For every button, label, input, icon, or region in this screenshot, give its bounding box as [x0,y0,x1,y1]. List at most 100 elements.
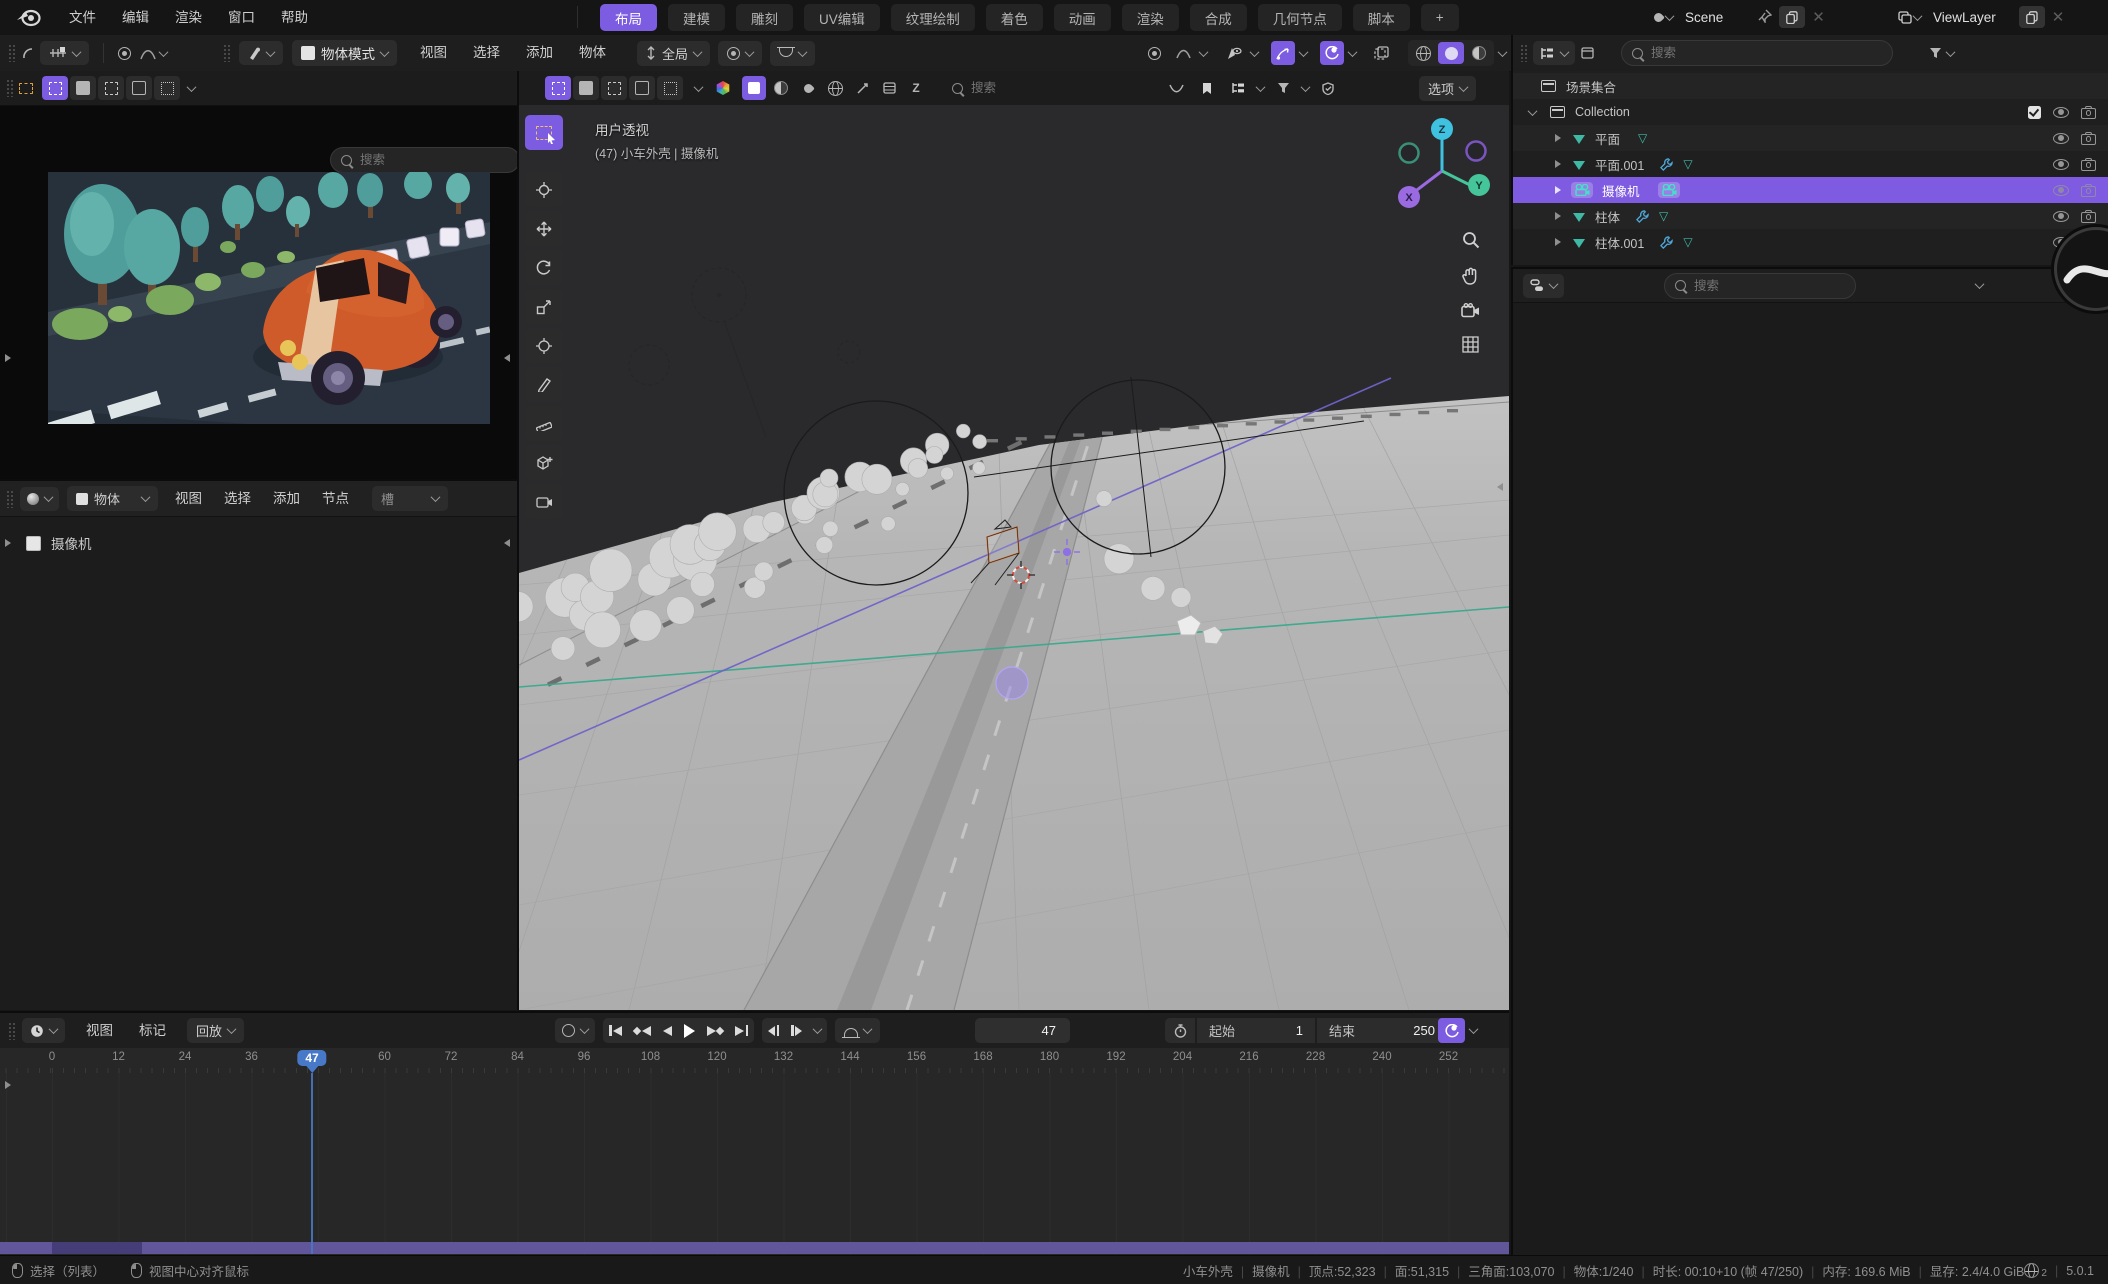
viewport-search[interactable] [942,76,1072,100]
scene-icon[interactable] [1648,5,1678,29]
workspace-tab[interactable]: 渲染 [1122,4,1179,31]
slot-selector[interactable]: 槽 [372,486,448,511]
select-new-icon[interactable] [545,76,571,100]
image-editor-search[interactable] [330,147,520,173]
auto-keying-toggle[interactable] [555,1018,595,1043]
properties-search[interactable] [1664,273,1856,299]
filter-chevron[interactable] [1946,47,1956,57]
select-mode-extend-icon[interactable] [70,76,96,100]
render-visibility-icon[interactable] [2081,212,2096,223]
material-preview-icon[interactable] [716,81,730,95]
next-keyframe-button[interactable] [701,1026,730,1036]
channel-expand-arrow[interactable] [5,1081,11,1089]
active-tool-dropdown[interactable] [239,41,283,65]
gizmo-chevron[interactable] [1250,47,1260,57]
workspace-tab[interactable]: UV编辑 [804,4,880,31]
tool-rotate[interactable] [525,250,563,285]
snap-vertex-icon[interactable] [769,76,793,100]
drag-grip[interactable] [8,44,16,62]
outliner-search-input[interactable] [1649,45,1882,61]
outliner-row-collection[interactable]: Collection [1513,99,2108,125]
workspace-tab[interactable]: 脚本 [1353,4,1410,31]
grid-toggle-icon[interactable] [1462,336,1479,356]
expand-arrow[interactable] [1555,238,1561,246]
workspace-tab[interactable]: 合成 [1190,4,1247,31]
viewport-menu-item[interactable]: 视图 [407,40,460,66]
workspace-tab[interactable]: 纹理绘制 [891,4,975,31]
topbar-menu-item[interactable]: 编辑 [109,5,162,31]
select-subtract-icon[interactable] [601,76,627,100]
snap-increment-icon[interactable] [742,76,766,100]
jump-to-end-button[interactable] [729,1025,754,1036]
timeline-editor-type[interactable] [22,1018,65,1043]
camera-data-icon[interactable] [1658,182,1680,198]
drag-grip[interactable] [6,79,14,97]
tree-view-icon[interactable] [1226,76,1250,100]
topbar-menu-item[interactable]: 文件 [56,5,109,31]
tool-cursor[interactable] [525,172,563,207]
image-search-input[interactable] [358,152,509,168]
render-visibility-icon[interactable] [2081,108,2096,119]
falloff-curve-icon[interactable] [136,41,160,65]
outliner-editor-type[interactable] [1533,41,1575,65]
start-frame-field[interactable]: 起始 1 [1197,1018,1315,1043]
select-mode-new-icon[interactable] [42,76,68,100]
prev-keyframe-button[interactable] [628,1026,657,1036]
shading-material-icon[interactable] [1466,42,1492,64]
select-intersect-icon[interactable] [657,76,683,100]
outliner-filter-icon[interactable] [1923,41,1947,65]
render-visibility-icon[interactable] [2081,134,2096,145]
select-invert-icon[interactable] [629,76,655,100]
shader-editor-type[interactable] [20,487,59,511]
region-collapse-arrow[interactable] [1497,483,1503,491]
keyframe-slider-dropdown[interactable] [40,41,89,65]
render-visibility-icon[interactable] [2081,186,2096,197]
shader-menu-item[interactable]: 节点 [311,486,360,512]
keying-icon[interactable] [1438,1018,1465,1043]
close-viewlayer-icon[interactable]: ✕ [2052,8,2065,26]
drag-grip[interactable] [8,1022,16,1040]
play-button[interactable] [678,1024,701,1038]
end-frame-field[interactable]: 结束 250 [1317,1018,1447,1043]
tweak-tool-icon[interactable] [14,76,38,100]
proportional-editing-icon[interactable] [112,41,136,65]
region-expand-arrow[interactable] [5,539,11,547]
snap-volume-icon[interactable] [850,76,874,100]
xray-chevron[interactable] [1348,47,1358,57]
current-frame-field[interactable]: 47 [975,1018,1070,1043]
drag-grip[interactable] [6,490,14,508]
snap-magnet-dropdown[interactable] [770,41,815,66]
workspace-tab[interactable]: 布局 [600,4,657,31]
workspace-tab[interactable]: + [1421,4,1459,31]
tool-move[interactable] [525,211,563,246]
workspace-tab[interactable]: 动画 [1054,4,1111,31]
timeline-menu-item[interactable]: 标记 [126,1018,179,1044]
expand-arrow[interactable] [1555,212,1561,220]
summary-track-strip[interactable] [0,1242,1509,1254]
collection-checkbox[interactable] [2028,106,2041,119]
drag-grip[interactable] [1520,44,1528,62]
viewport-menu-item[interactable]: 物体 [566,40,619,66]
region-collapse-arrow[interactable] [504,539,510,547]
snap-edgecenter-icon[interactable] [877,76,901,100]
navigation-gizmo[interactable]: Z X Y [1387,111,1497,221]
loop-toggle[interactable] [835,1018,880,1043]
outliner-search[interactable] [1621,40,1893,66]
viewport-3d[interactable]: Z 选项 [519,71,1509,1010]
outliner-row-scene-collection[interactable]: 场景集合 [1513,73,2108,99]
topbar-menu-item[interactable]: 帮助 [268,5,321,31]
shading-rendered-icon[interactable] [1438,42,1464,64]
expand-arrow[interactable] [1555,134,1561,142]
blender-logo-icon[interactable] [16,7,42,30]
shader-menu-item[interactable]: 选择 [213,486,262,512]
shading-wireframe-icon[interactable] [1410,42,1436,64]
hide-eye-icon[interactable] [2053,185,2069,196]
play-reverse-button[interactable] [657,1026,678,1036]
region-expand-arrow[interactable] [5,354,11,362]
properties-editor-type[interactable] [1523,274,1564,298]
mesh-data-icon[interactable]: ▽ [1683,236,1692,248]
jump-to-start-button[interactable] [603,1025,628,1036]
outliner-row-plane-001[interactable]: 平面.001 ▽ [1513,151,2108,177]
outliner-row-plane[interactable]: 平面 ▽ [1513,125,2108,151]
stopwatch-icon[interactable] [1165,1018,1195,1043]
